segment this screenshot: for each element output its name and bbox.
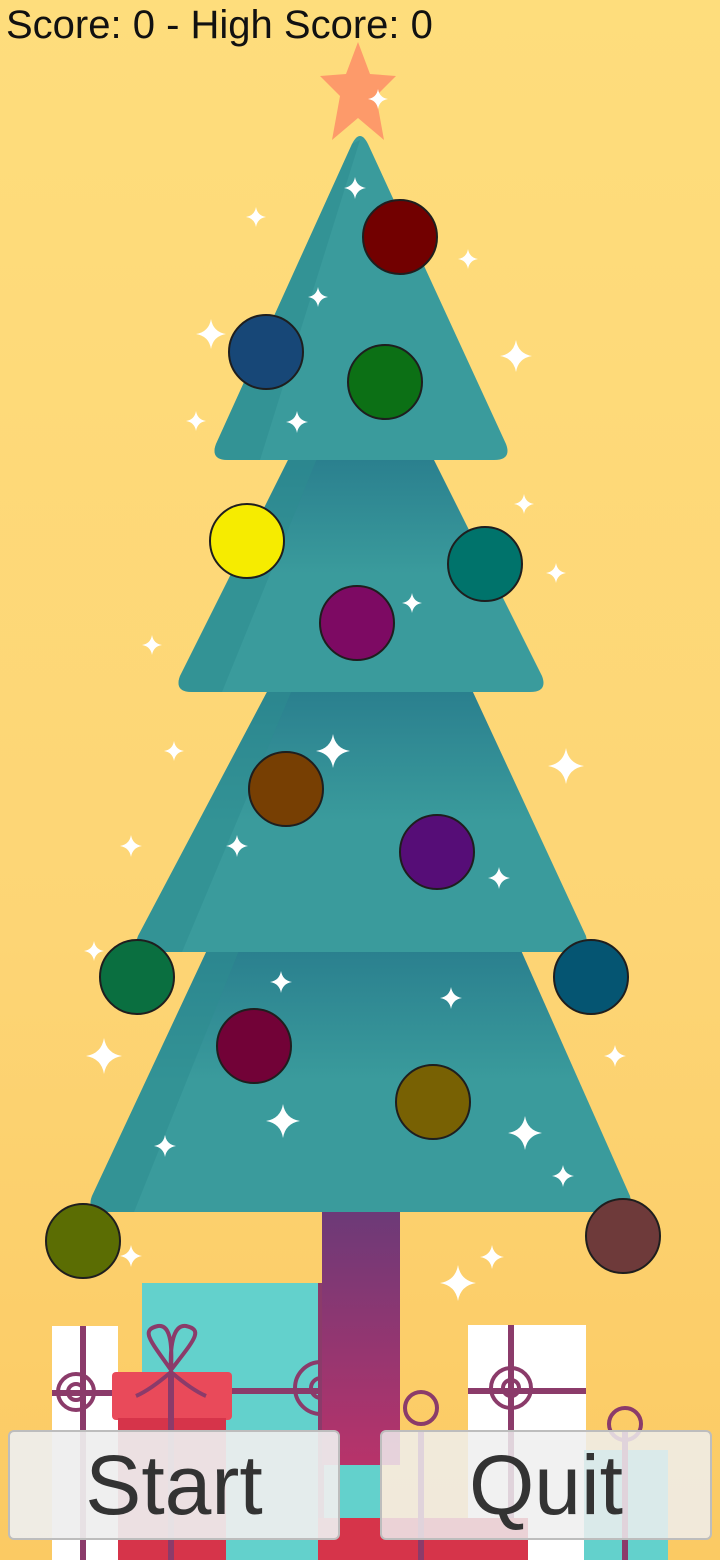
sparkle-icon bbox=[548, 748, 584, 784]
ornament-olive[interactable] bbox=[395, 1064, 471, 1140]
ornament-olive-green[interactable] bbox=[45, 1203, 121, 1279]
sparkle-icon bbox=[546, 563, 566, 583]
sparkle-icon bbox=[604, 1045, 626, 1067]
sparkle-icon bbox=[164, 741, 184, 761]
christmas-tree bbox=[90, 136, 631, 1212]
sparkle-icon bbox=[458, 249, 478, 269]
sparkle-icon bbox=[186, 411, 206, 431]
ornament-brown[interactable] bbox=[248, 751, 324, 827]
tree-top-star-icon bbox=[320, 42, 396, 140]
start-button[interactable]: Start bbox=[8, 1430, 340, 1540]
sparkle-icon bbox=[500, 340, 532, 372]
ornament-yellow[interactable] bbox=[209, 503, 285, 579]
score-display: Score: 0 - High Score: 0 bbox=[6, 3, 433, 47]
sparkle-icon bbox=[120, 835, 142, 857]
sparkle-icon bbox=[196, 319, 226, 349]
ornament-magenta[interactable] bbox=[319, 585, 395, 661]
tree-trunk bbox=[322, 1205, 400, 1465]
ornament-teal[interactable] bbox=[447, 526, 523, 602]
quit-button[interactable]: Quit bbox=[380, 1430, 712, 1540]
sparkle-icon bbox=[86, 1038, 122, 1074]
ornament-purple[interactable] bbox=[399, 814, 475, 890]
ornament-maroon[interactable] bbox=[216, 1008, 292, 1084]
sparkle-icon bbox=[142, 635, 162, 655]
ornament-forest-green[interactable] bbox=[99, 939, 175, 1015]
start-button-label: Start bbox=[85, 1437, 263, 1532]
ornament-navy[interactable] bbox=[228, 314, 304, 390]
game-scene bbox=[45, 42, 668, 1560]
sparkle-icon bbox=[84, 941, 104, 961]
sparkle-icon bbox=[440, 1265, 476, 1301]
ornament-dark-red[interactable] bbox=[362, 199, 438, 275]
sparkle-icon bbox=[514, 494, 534, 514]
sparkle-icon bbox=[480, 1245, 504, 1269]
ornament-petrol-blue[interactable] bbox=[553, 939, 629, 1015]
ornament-rosewood[interactable] bbox=[585, 1198, 661, 1274]
sparkle-icon bbox=[246, 207, 266, 227]
ornament-green[interactable] bbox=[347, 344, 423, 420]
sparkle-icon bbox=[120, 1245, 142, 1267]
quit-button-label: Quit bbox=[468, 1437, 624, 1532]
